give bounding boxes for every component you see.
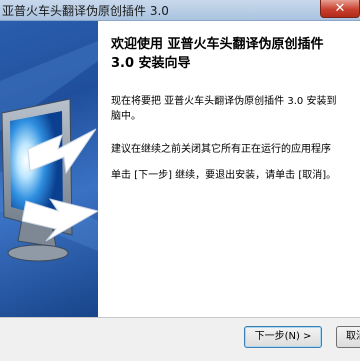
close-icon: ✕	[334, 1, 346, 16]
continue-instructions: 单击 [下一步] 继续，要退出安装，请单击 [取消]。	[111, 170, 337, 181]
install-description: 现在将要把 亚普火车头翻译伪原创插件 3.0 安装到 脑中。	[111, 94, 360, 124]
heading-line-2: 3.0 安装向导	[111, 56, 191, 71]
computer-monitor-icon	[0, 41, 98, 262]
close-apps-advice: 建议在继续之前关闭其它所有正在运行的应用程序	[111, 144, 331, 155]
wizard-heading: 欢迎使用 亚普火车头翻译伪原创插件 3.0 安装向导	[111, 35, 360, 73]
description-line-2: 脑中。	[111, 111, 141, 122]
window-title: 亚普火车头翻译伪原创插件 3.0	[2, 4, 169, 18]
cancel-button[interactable]: 取消	[336, 326, 360, 348]
description-line-1: 现在将要把 亚普火车头翻译伪原创插件 3.0 安装到	[111, 96, 337, 107]
next-button[interactable]: 下一步(N) >	[244, 326, 322, 348]
close-button[interactable]: ✕	[320, 0, 360, 18]
title-bar: 亚普火车头翻译伪原创插件 3.0 ✕	[0, 0, 360, 21]
wizard-side-image	[0, 21, 98, 317]
heading-line-1: 欢迎使用 亚普火车头翻译伪原创插件	[111, 37, 324, 52]
wizard-client-area: 欢迎使用 亚普火车头翻译伪原创插件 3.0 安装向导 现在将要把 亚普火车头翻译…	[0, 21, 360, 361]
